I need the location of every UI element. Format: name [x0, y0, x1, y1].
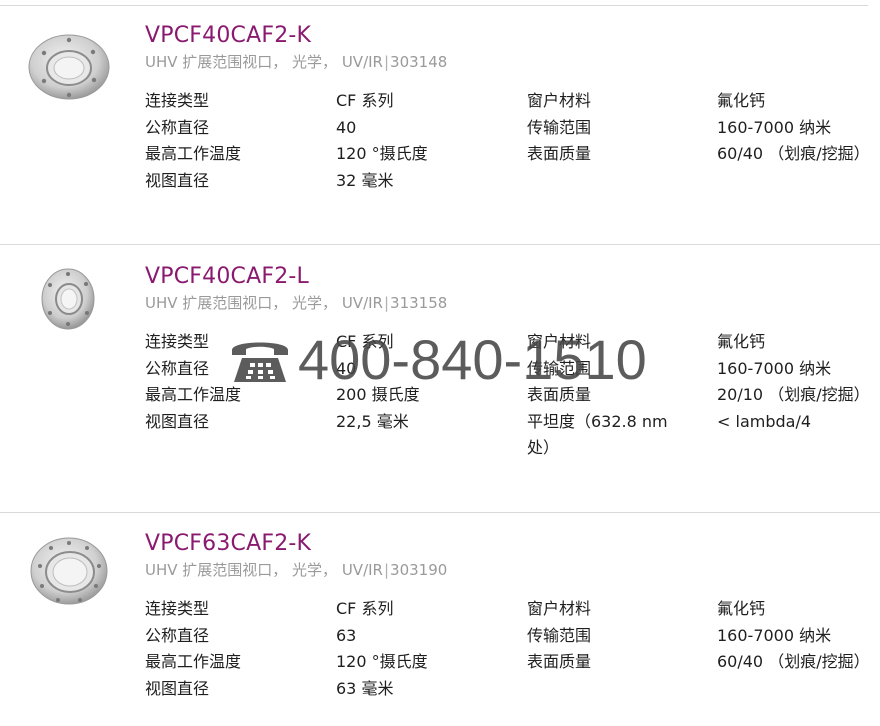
spec-values-col4: 氟化钙 160-7000 纳米 20/10 （划痕/挖掘） < lambda/4 [717, 332, 870, 431]
spec-labels-col3: 窗户材料 传输范围 表面质量 [527, 91, 592, 163]
spec-values-col2: CF 系列 63 120 °摄氏度 63 毫米 [336, 599, 428, 698]
product-image[interactable] [24, 22, 114, 112]
product-subtitle: UHV 扩展范围视口， 光学， UV/IR|313158 [145, 294, 448, 312]
product-title[interactable]: VPCF40CAF2-L [145, 263, 309, 291]
product-image[interactable] [24, 526, 114, 616]
spec-labels-col1: 连接类型 公称直径 最高工作温度 视图直径 [145, 332, 242, 431]
product-image[interactable] [30, 259, 110, 339]
product-subtitle: UHV 扩展范围视口， 光学， UV/IR|303148 [145, 53, 448, 71]
spec-values-col4: 氟化钙 160-7000 纳米 60/40 （划痕/挖掘） [717, 91, 870, 163]
product-card: VPCF40CAF2-L UHV 扩展范围视口， 光学， UV/IR|31315… [0, 263, 880, 493]
spec-labels-col1: 连接类型 公称直径 最高工作温度 视图直径 [145, 91, 242, 190]
top-divider [0, 5, 868, 6]
spec-values-col2: CF 系列 40 120 °摄氏度 32 毫米 [336, 91, 428, 190]
spec-labels-col3: 窗户材料 传输范围 表面质量 平坦度（632.8 nm 处） [527, 332, 668, 457]
spec-values-col2: CF 系列 40 200 摄氏度 22,5 毫米 [336, 332, 420, 431]
product-divider [0, 512, 880, 513]
part-number: 303190 [390, 561, 448, 579]
product-title[interactable]: VPCF40CAF2-K [145, 22, 311, 50]
spec-labels-col1: 连接类型 公称直径 最高工作温度 视图直径 [145, 599, 242, 698]
part-number: 303148 [390, 53, 448, 71]
part-number: 313158 [390, 294, 448, 312]
product-divider [0, 244, 880, 245]
product-title[interactable]: VPCF63CAF2-K [145, 530, 311, 558]
product-subtitle: UHV 扩展范围视口， 光学， UV/IR|303190 [145, 561, 448, 579]
spec-labels-col3: 窗户材料 传输范围 表面质量 [527, 599, 592, 671]
product-card: VPCF63CAF2-K UHV 扩展范围视口， 光学， UV/IR|30319… [0, 530, 880, 726]
spec-values-col4: 氟化钙 160-7000 纳米 60/40 （划痕/挖掘） [717, 599, 870, 671]
product-card: VPCF40CAF2-K UHV 扩展范围视口， 光学， UV/IR|30314… [0, 22, 880, 222]
